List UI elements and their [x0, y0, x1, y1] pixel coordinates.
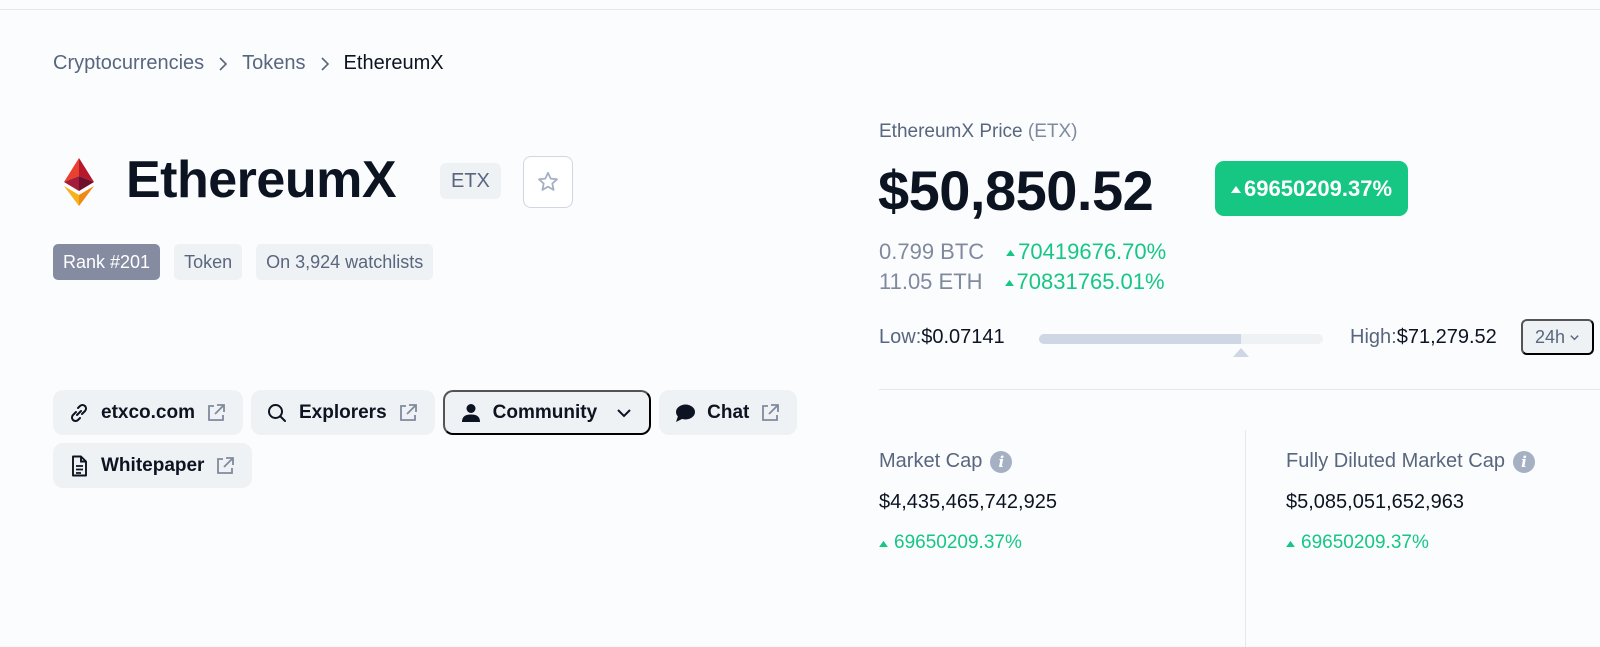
info-icon[interactable]: i [1512, 450, 1535, 473]
add-to-watchlist-button[interactable] [523, 156, 573, 208]
range-low: Low:$0.07141 [879, 326, 1005, 348]
link-icon [70, 403, 88, 422]
stats-divider [1245, 430, 1246, 647]
breadcrumb-cryptocurrencies[interactable]: Cryptocurrencies [53, 52, 204, 75]
coin-name: EthereumX [126, 151, 397, 209]
price-label: EthereumX Price (ETX) [879, 121, 1078, 142]
chevron-down-icon [1570, 334, 1579, 340]
range-high: High:$71,279.52 [1350, 326, 1497, 348]
chevron-right-icon [218, 56, 228, 71]
chat-bubble-icon [676, 404, 696, 422]
eth-conversion: 11.05 ETH 70831765.01% [879, 269, 1165, 295]
breadcrumb: Cryptocurrencies Tokens EthereumX [53, 52, 444, 75]
eth-value: 11.05 ETH [879, 269, 983, 294]
btc-value: 0.799 BTC [879, 239, 985, 264]
coin-tags: Rank #201 Token On 3,924 watchlists [53, 244, 434, 280]
chevron-down-icon [617, 408, 631, 417]
range-track [1039, 334, 1323, 344]
breadcrumb-current: EthereumX [343, 52, 444, 74]
fully-diluted-label: Fully Diluted Market Cap [1286, 450, 1505, 472]
external-link-icon [208, 403, 225, 421]
watchlists-badge: On 3,924 watchlists [256, 244, 434, 280]
fully-diluted-value: $5,085,051,652,963 [1286, 491, 1464, 513]
range-period-select[interactable]: 24h [1521, 319, 1594, 355]
breadcrumb-tokens[interactable]: Tokens [242, 52, 305, 75]
caret-up-icon [1231, 185, 1241, 193]
market-cap-value: $4,435,465,742,925 [879, 491, 1057, 513]
search-icon [267, 403, 286, 422]
external-link-icon [399, 403, 417, 421]
website-link[interactable]: etxco.com [53, 390, 243, 435]
current-price: $50,850.52 [878, 159, 1154, 222]
range-marker [1232, 348, 1249, 357]
type-badge[interactable]: Token [174, 244, 243, 280]
price-range: Low:$0.07141 High:$71,279.52 24h [879, 319, 1594, 362]
explorers-link[interactable]: Explorers [250, 390, 435, 435]
btc-conversion: 0.799 BTC 70419676.70% [879, 239, 1166, 265]
range-fill [1039, 334, 1241, 344]
caret-up-icon [1006, 249, 1016, 256]
fully-diluted-change: 69650209.37% [1286, 532, 1535, 554]
community-dropdown[interactable]: Community [442, 390, 652, 435]
whitepaper-link-label: Whitepaper [101, 454, 205, 476]
price-label-symbol: (ETX) [1027, 121, 1078, 142]
website-link-label: etxco.com [101, 401, 195, 423]
external-link-icon [217, 456, 235, 474]
top-divider [0, 9, 1600, 10]
caret-up-icon [879, 540, 888, 547]
market-cap-change: 69650209.37% [879, 532, 1057, 554]
star-outline-icon [538, 171, 558, 191]
eth-change: 70831765.01% [1004, 269, 1165, 295]
chat-link[interactable]: Chat [659, 390, 798, 435]
section-divider [879, 389, 1600, 390]
caret-up-icon [1004, 279, 1014, 286]
market-cap-label: Market Cap [879, 450, 983, 472]
info-icon[interactable]: i [990, 450, 1013, 473]
coin-symbol: ETX [440, 163, 501, 199]
document-icon [72, 455, 87, 476]
ethereum-diamond-icon [64, 158, 94, 206]
explorers-link-label: Explorers [298, 401, 387, 423]
caret-up-icon [1286, 540, 1295, 547]
price-change-badge: 69650209.37% [1215, 161, 1409, 216]
external-link-icon [762, 403, 780, 421]
market-cap-stat: Market Cap i $4,435,465,742,925 69650209… [879, 450, 1057, 554]
user-icon [461, 403, 480, 422]
whitepaper-link[interactable]: Whitepaper [53, 443, 253, 488]
btc-change: 70419676.70% [1006, 239, 1166, 265]
chat-link-label: Chat [707, 401, 750, 423]
rank-badge: Rank #201 [53, 244, 161, 280]
fully-diluted-market-cap-stat: Fully Diluted Market Cap i $5,085,051,65… [1286, 450, 1535, 554]
coin-links: etxco.com Explorers Community Chat White… [53, 390, 813, 488]
chevron-right-icon [320, 56, 330, 71]
community-dropdown-label: Community [492, 401, 598, 423]
